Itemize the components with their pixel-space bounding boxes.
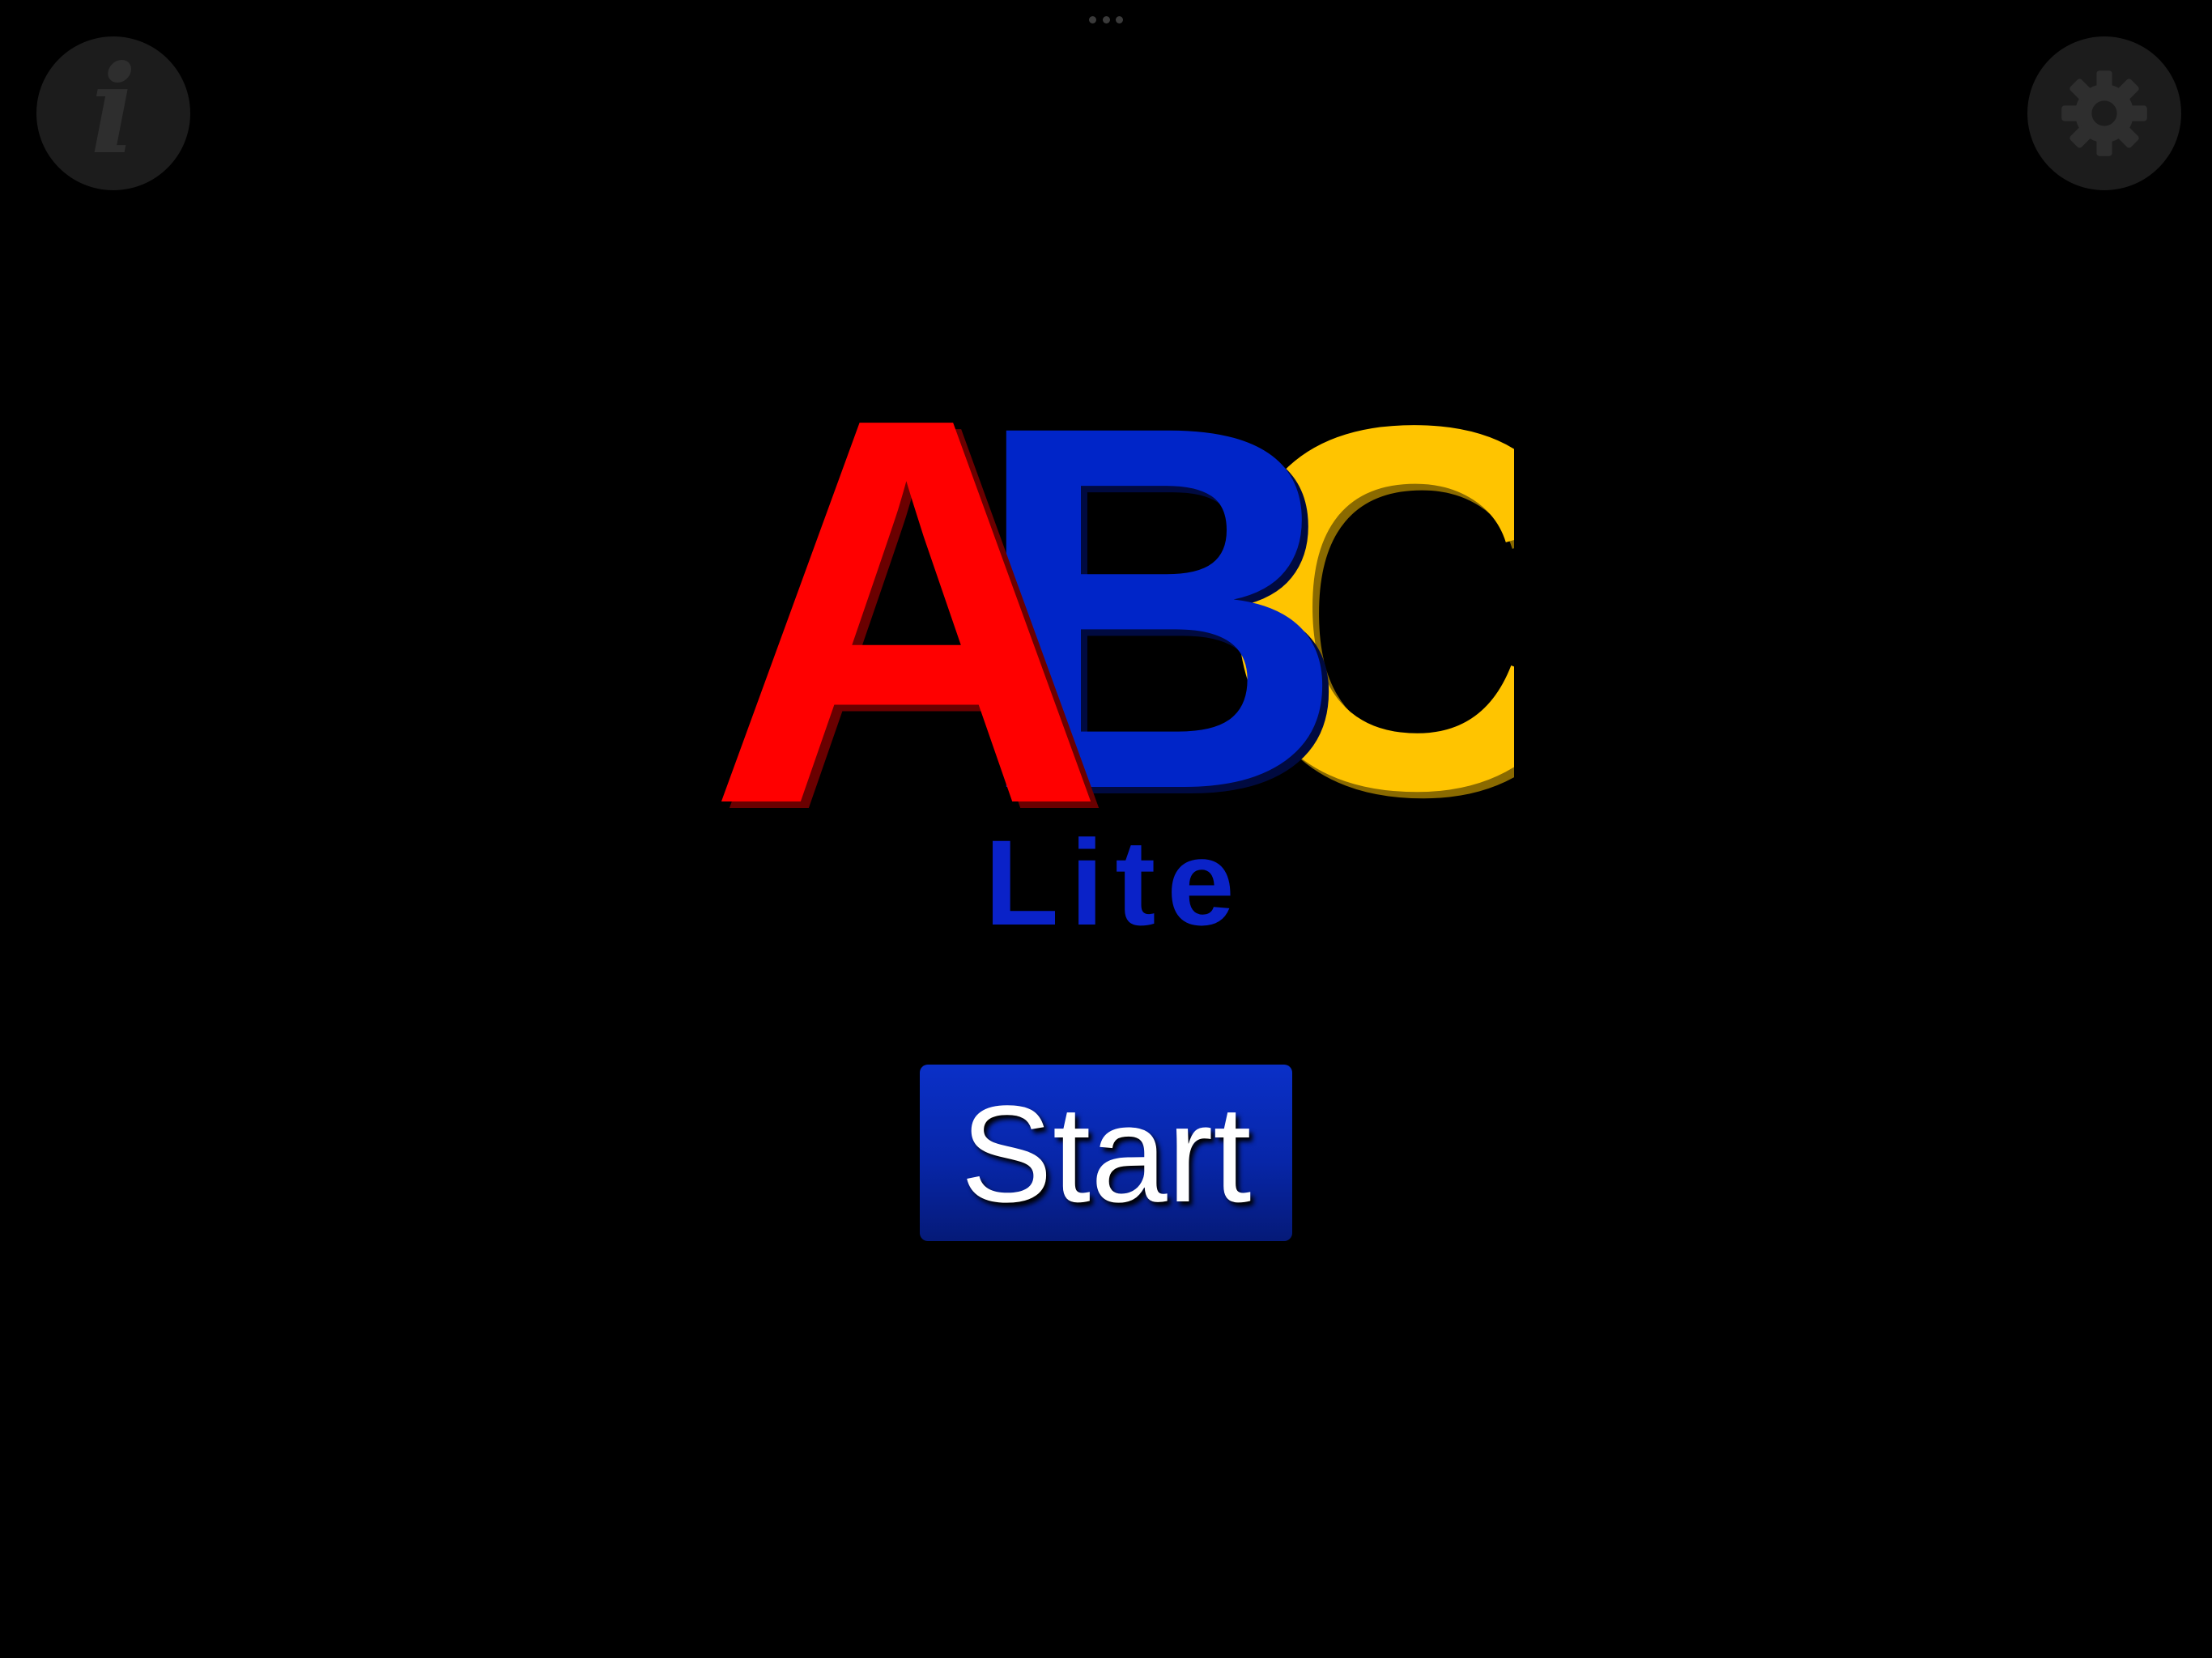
start-button[interactable]: Start (920, 1065, 1292, 1241)
info-icon: i (90, 39, 137, 181)
settings-button[interactable] (2027, 36, 2181, 190)
app-subtitle: Lite (985, 814, 1246, 950)
home-screen: i C C B B A A Lite Start (0, 0, 2212, 1658)
dot (1102, 16, 1110, 23)
info-button[interactable]: i (36, 36, 190, 190)
gear-icon (2061, 70, 2147, 156)
logo-letter-a-face: A (708, 389, 1105, 810)
start-button-label: Start (960, 1078, 1252, 1231)
multitasking-indicator[interactable] (1089, 16, 1123, 23)
dot (1089, 16, 1096, 23)
abc-logo: C C B B A A (704, 389, 1514, 810)
dot (1116, 16, 1123, 23)
logo-letter-a: A A (708, 389, 1113, 810)
